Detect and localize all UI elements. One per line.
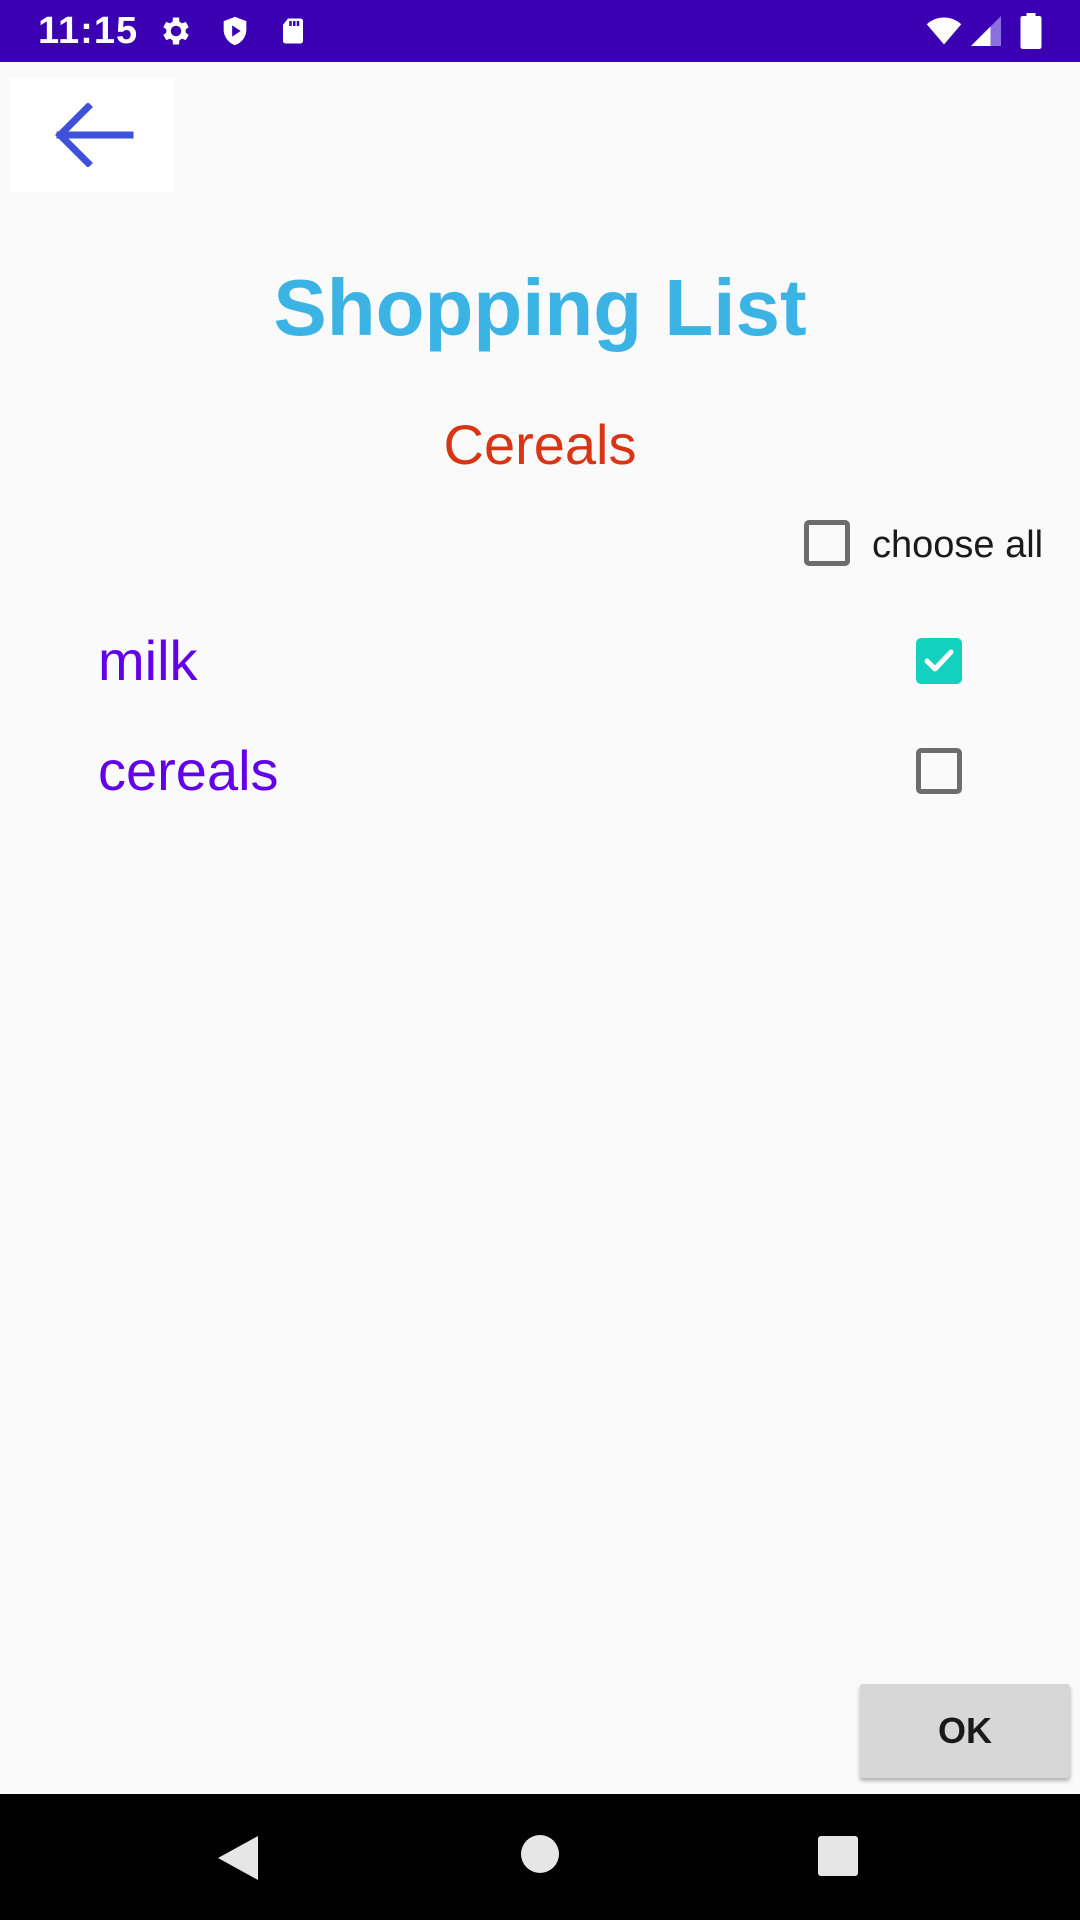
status-time: 11:15 [38,10,139,52]
battery-icon [1020,13,1042,49]
item-label-milk: milk [98,629,198,692]
status-bar: 11:15 [0,0,1080,62]
navigation-bar [0,1794,1080,1920]
item-checkbox-milk[interactable] [916,638,962,684]
home-circle-icon[interactable] [520,1834,560,1874]
back-triangle-icon[interactable] [216,1834,260,1882]
page-title: Shopping List [273,263,807,352]
settings-icon [163,17,189,45]
wifi-icon [926,17,962,45]
signal-icon [971,16,1001,46]
shield-icon [223,16,247,46]
back-button[interactable] [10,78,174,192]
checkmark-icon [924,649,954,672]
screen: 11:15 Shopping List Cereals choose all m… [0,0,1080,1920]
arrow-left-icon [55,103,134,167]
item-label-cereals: cereals [98,739,279,802]
sd-card-icon [283,18,303,44]
choose-all-checkbox[interactable] [804,520,850,566]
item-checkbox-cereals[interactable] [916,748,962,794]
choose-all-label: choose all [872,524,1044,566]
category-subtitle: Cereals [443,413,637,476]
recents-square-icon[interactable] [818,1836,858,1876]
ok-button[interactable]: OK [860,1684,1070,1778]
